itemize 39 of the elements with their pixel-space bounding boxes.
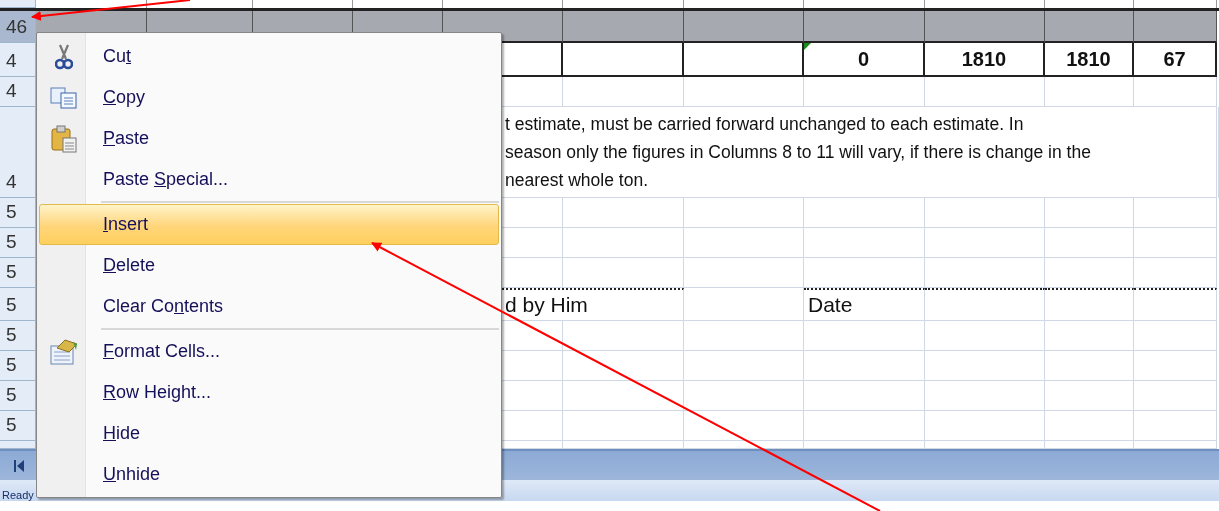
row-header[interactable] [0,441,36,449]
menu-item[interactable]: Paste [39,118,499,159]
menu-item[interactable]: Delete [39,245,499,286]
table-cell: 67 [1163,47,1186,71]
row-header[interactable]: 4 [0,107,36,198]
row-header[interactable]: 5 [0,198,36,228]
row-header[interactable]: 5 [0,258,36,288]
menu-item[interactable]: Cut [39,36,499,77]
scissors-icon [55,43,73,70]
row-header[interactable]: 5 [0,288,36,321]
cell-text: d by Him [504,293,588,317]
menu-item[interactable]: Format Cells... [39,331,499,372]
note-text: t estimate, must be carried forward unchanged to each estimate. In season only the figures in Columns 8 to 11 will vary, if there is change in the nearest whole ton. [505,113,1091,192]
row-header[interactable]: 5 [0,321,36,351]
cell-text: Date [807,293,853,317]
format-cells-icon [49,337,79,366]
row-header[interactable]: 5 [0,351,36,381]
menu-item[interactable]: Clear Contents [39,286,499,327]
select-all-corner[interactable] [0,0,36,8]
menu-item[interactable]: Unhide [39,454,499,495]
table-cell: 1810 [961,47,1007,71]
first-sheet-icon[interactable] [14,459,26,472]
row-header[interactable]: 4 [0,77,36,107]
row-header[interactable]: 5 [0,411,36,441]
row-header[interactable]: 4 [0,43,36,77]
row-header[interactable]: 46 [0,11,36,43]
error-indicator-icon [804,43,811,50]
menu-item[interactable]: Paste Special... [39,159,499,200]
menu-item[interactable]: Copy [39,77,499,118]
table-cell: 1810 [1066,47,1111,71]
row-header[interactable]: 5 [0,228,36,258]
table-cell: 0 [857,47,870,71]
status-text: Ready [1,490,34,501]
paste-icon [50,124,78,153]
menu-item[interactable]: Row Height... [39,372,499,413]
menu-item[interactable]: Insert [39,204,499,245]
row-header[interactable]: 5 [0,381,36,411]
copy-icon [50,86,78,109]
menu-item[interactable]: Hide [39,413,499,454]
